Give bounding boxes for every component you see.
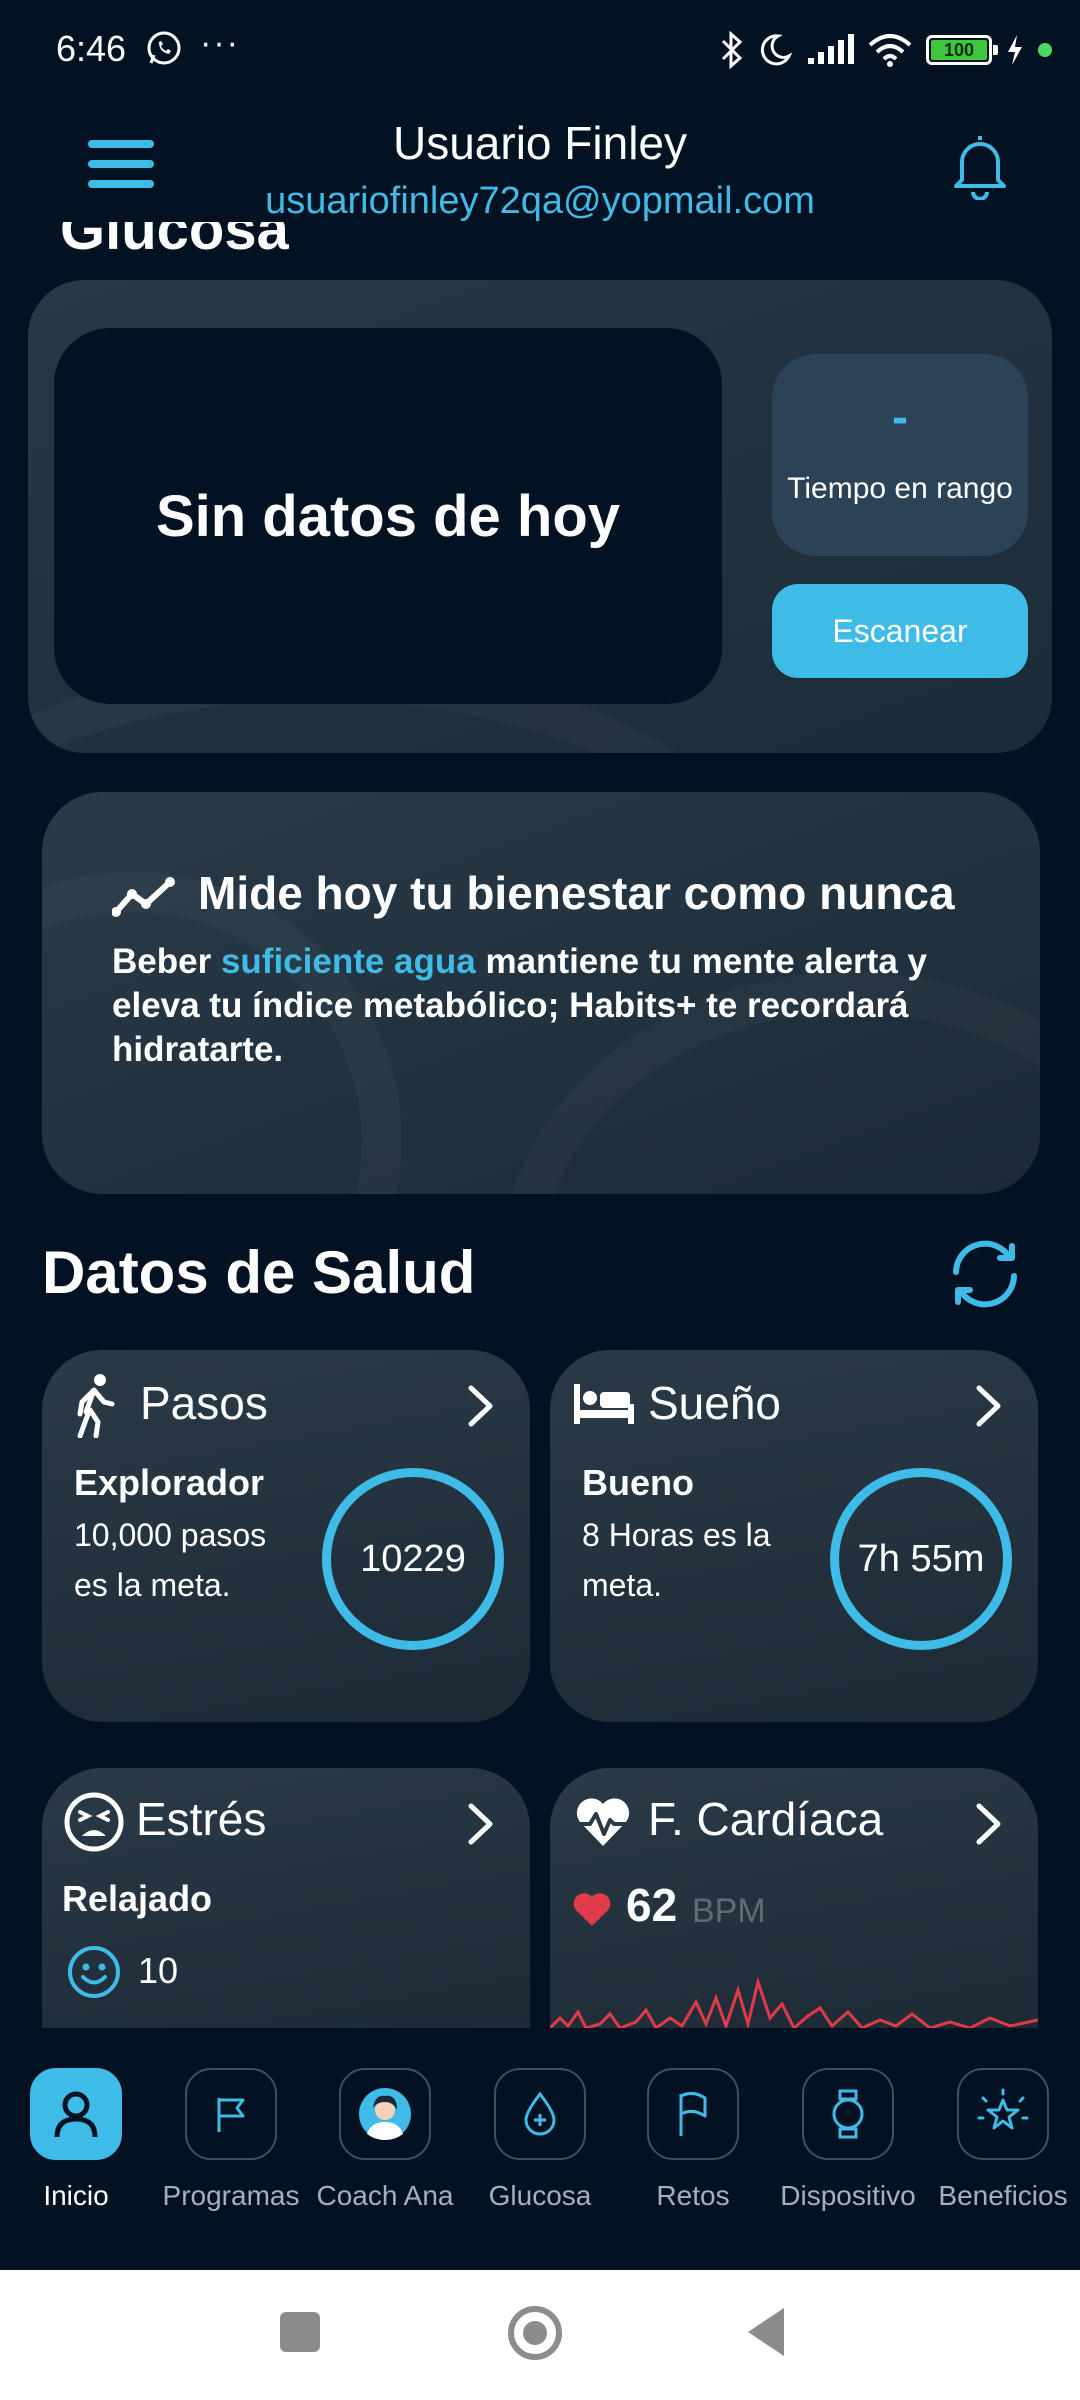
nav-coach-box bbox=[339, 2068, 431, 2160]
coach-avatar-icon bbox=[359, 2088, 411, 2140]
bed-icon bbox=[574, 1384, 634, 1424]
heart-rate-title: F. Cardíaca bbox=[648, 1793, 884, 1845]
nav-inicio[interactable]: Inicio bbox=[1, 2068, 151, 2211]
wellness-title: Mide hoy tu bienestar como nunca bbox=[198, 867, 955, 919]
steps-title: Pasos bbox=[140, 1377, 268, 1429]
recents-button[interactable] bbox=[280, 2312, 320, 2352]
heart-rate-card[interactable]: F. Cardíaca 62 BPM bbox=[550, 1768, 1038, 2028]
nav-dispositivo[interactable]: Dispositivo bbox=[773, 2068, 923, 2211]
nav-label-retos: Retos bbox=[656, 2180, 730, 2211]
time-in-range-value: - bbox=[892, 391, 908, 444]
glucose-section-title: Glucosa bbox=[60, 222, 289, 252]
bell-icon[interactable] bbox=[948, 130, 1012, 200]
smiley-icon bbox=[68, 1946, 120, 1998]
privacy-indicator-icon bbox=[1038, 43, 1052, 57]
health-section-title: Datos de Salud bbox=[42, 1239, 476, 1306]
steps-card[interactable]: Pasos Explorador 10,000 pasos es la meta… bbox=[42, 1350, 530, 1722]
trend-line-icon bbox=[112, 877, 175, 917]
nav-programas[interactable]: Programas bbox=[156, 2068, 306, 2211]
stress-card[interactable]: Estrés Relajado 10 bbox=[42, 1768, 530, 2028]
heart-pulse-icon bbox=[576, 1798, 630, 1846]
nav-glucosa[interactable]: Glucosa bbox=[465, 2068, 615, 2211]
nav-label-glucosa: Glucosa bbox=[488, 2180, 592, 2211]
sleep-ring: 7h 55m bbox=[830, 1468, 1012, 1650]
user-email: usuariofinley72qa@yopmail.com bbox=[265, 180, 815, 222]
nav-retos-box bbox=[647, 2068, 739, 2160]
drop-icon bbox=[524, 2091, 556, 2136]
nav-label-beneficios: Beneficios bbox=[938, 2180, 1068, 2211]
nav-label-coach-ana: Coach Ana bbox=[316, 2180, 454, 2211]
flag-icon bbox=[217, 2098, 245, 2132]
heart-icon bbox=[573, 1893, 611, 1926]
wellness-body-highlight: suficiente agua bbox=[220, 942, 476, 981]
battery-level: 100 bbox=[931, 40, 987, 60]
nav-label-inicio: Inicio bbox=[43, 2180, 109, 2211]
refresh-icon[interactable] bbox=[942, 1236, 1028, 1312]
nav-dispositivo-box bbox=[802, 2068, 894, 2160]
nav-inicio-box bbox=[30, 2068, 122, 2160]
user-icon bbox=[54, 2091, 98, 2138]
chevron-right-icon bbox=[468, 1803, 493, 1845]
chevron-right-icon bbox=[976, 1803, 1001, 1845]
nav-glucosa-box bbox=[494, 2068, 586, 2160]
sleep-title: Sueño bbox=[648, 1377, 782, 1429]
battery-icon: 100 bbox=[926, 35, 998, 65]
stress-value: 10 bbox=[138, 1950, 179, 1991]
status-icons: 100 bbox=[720, 28, 1052, 72]
glucose-chart-area[interactable]: Sin datos de hoy bbox=[54, 328, 722, 704]
nav-beneficios[interactable]: Beneficios bbox=[928, 2068, 1078, 2211]
flag-icon bbox=[679, 2091, 707, 2136]
charging-icon bbox=[1008, 35, 1022, 65]
watch-icon bbox=[832, 2089, 864, 2139]
nav-label-programas: Programas bbox=[162, 2180, 300, 2211]
wellness-body: Beber suficiente agua mantiene tu mente … bbox=[112, 940, 1012, 1072]
nav-coach-ana[interactable]: Coach Ana bbox=[310, 2068, 460, 2211]
whatsapp-icon bbox=[147, 31, 181, 65]
nav-retos[interactable]: Retos bbox=[618, 2068, 768, 2211]
time-in-range-box: - Tiempo en rango bbox=[772, 354, 1028, 556]
no-data-text: Sin datos de hoy bbox=[155, 483, 621, 549]
heart-rate-sparkline bbox=[550, 1976, 1038, 2028]
heart-rate-value: 62 bbox=[626, 1879, 678, 1931]
sleep-card[interactable]: Sueño Bueno 8 Horas es la meta. 7h 55m bbox=[550, 1350, 1038, 1722]
user-name: Usuario Finley bbox=[393, 117, 687, 169]
stress-level: Relajado bbox=[62, 1878, 213, 1919]
steps-goal: 10,000 pasos es la meta. bbox=[74, 1517, 267, 1603]
chevron-right-icon bbox=[468, 1385, 493, 1427]
wifi-icon bbox=[868, 34, 912, 67]
status-time: 6:46 bbox=[56, 28, 127, 69]
steps-level: Explorador bbox=[74, 1462, 265, 1503]
star-badge-icon bbox=[977, 2088, 1029, 2130]
more-notifications-icon: ··· bbox=[200, 24, 240, 62]
back-button[interactable] bbox=[748, 2308, 784, 2356]
sleep-level: Bueno bbox=[582, 1462, 694, 1503]
nav-programas-box bbox=[185, 2068, 277, 2160]
signal-icon bbox=[808, 34, 854, 64]
stress-title: Estrés bbox=[136, 1793, 267, 1845]
chevron-right-icon bbox=[976, 1385, 1001, 1427]
nav-beneficios-box bbox=[957, 2068, 1049, 2160]
walking-icon bbox=[77, 1374, 115, 1438]
scan-button[interactable]: Escanear bbox=[772, 584, 1028, 678]
nav-label-dispositivo: Dispositivo bbox=[780, 2180, 916, 2211]
stressed-face-icon bbox=[64, 1792, 124, 1852]
moon-icon bbox=[760, 34, 792, 66]
steps-ring: 10229 bbox=[322, 1468, 504, 1650]
bluetooth-icon bbox=[721, 31, 743, 69]
heart-rate-unit: BPM bbox=[692, 1892, 766, 1930]
wellness-body-start: Beber bbox=[112, 942, 221, 981]
home-button[interactable] bbox=[508, 2306, 562, 2360]
sleep-goal: 8 Horas es la meta. bbox=[582, 1517, 771, 1603]
time-in-range-label: Tiempo en rango bbox=[787, 472, 1013, 505]
